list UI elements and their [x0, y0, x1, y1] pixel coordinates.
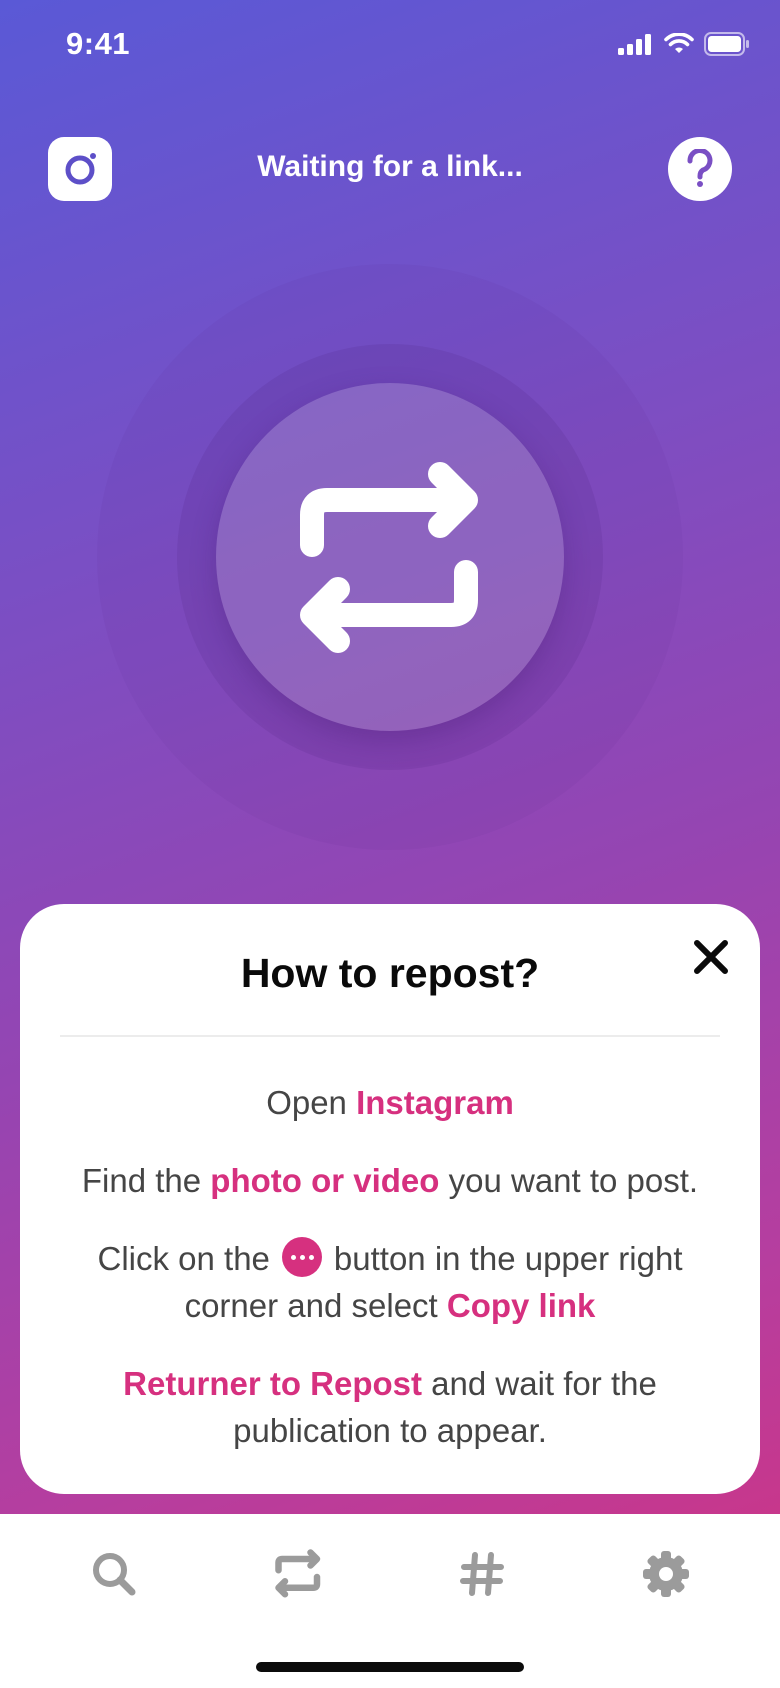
tab-search[interactable]	[84, 1544, 144, 1604]
status-icons	[618, 32, 750, 56]
step-open-instagram: Open Instagram	[50, 1079, 730, 1126]
card-title: How to repost?	[240, 950, 540, 996]
tab-repost[interactable]	[268, 1544, 328, 1604]
status-time: 9:41	[66, 26, 131, 61]
close-icon[interactable]	[688, 934, 734, 980]
step-highlight: Returner to Repost	[123, 1365, 423, 1402]
hashtag-icon	[460, 1552, 504, 1596]
repost-icon	[300, 462, 478, 653]
step-find-post: Find the photo or video you want to post…	[50, 1157, 730, 1204]
more-dots-icon	[281, 1237, 322, 1277]
help-icon	[687, 149, 713, 187]
card-divider	[60, 1035, 720, 1037]
wifi-icon	[664, 33, 694, 53]
step-copy-link: Click on the button in the upper right co…	[50, 1235, 730, 1329]
battery-icon	[704, 32, 749, 56]
how-to-card: How to repost? Open Instagram Find the p…	[20, 904, 760, 1494]
step-text: Find the	[81, 1162, 211, 1199]
signal-icon	[618, 34, 651, 55]
step-text: you want to post.	[439, 1162, 699, 1199]
settings-icon	[643, 1551, 689, 1597]
main-screen: 9:41 Waiting for a link... How to repost…	[0, 0, 780, 1688]
step-highlight: photo or video	[210, 1162, 440, 1199]
step-return: Returner to Repost and wait for the publ…	[50, 1360, 730, 1454]
step-highlight: Copy link	[446, 1287, 596, 1324]
page-title: Waiting for a link...	[257, 150, 523, 183]
help-button[interactable]	[668, 137, 732, 201]
step-text: Click on the	[97, 1240, 270, 1277]
instagram-link[interactable]: Instagram	[356, 1084, 514, 1121]
tab-settings[interactable]	[636, 1544, 696, 1604]
step-text: Open	[266, 1084, 357, 1121]
home-indicator[interactable]	[256, 1662, 524, 1672]
repost-icon	[275, 1549, 321, 1598]
search-icon	[93, 1553, 136, 1596]
tab-hashtags[interactable]	[452, 1544, 512, 1604]
